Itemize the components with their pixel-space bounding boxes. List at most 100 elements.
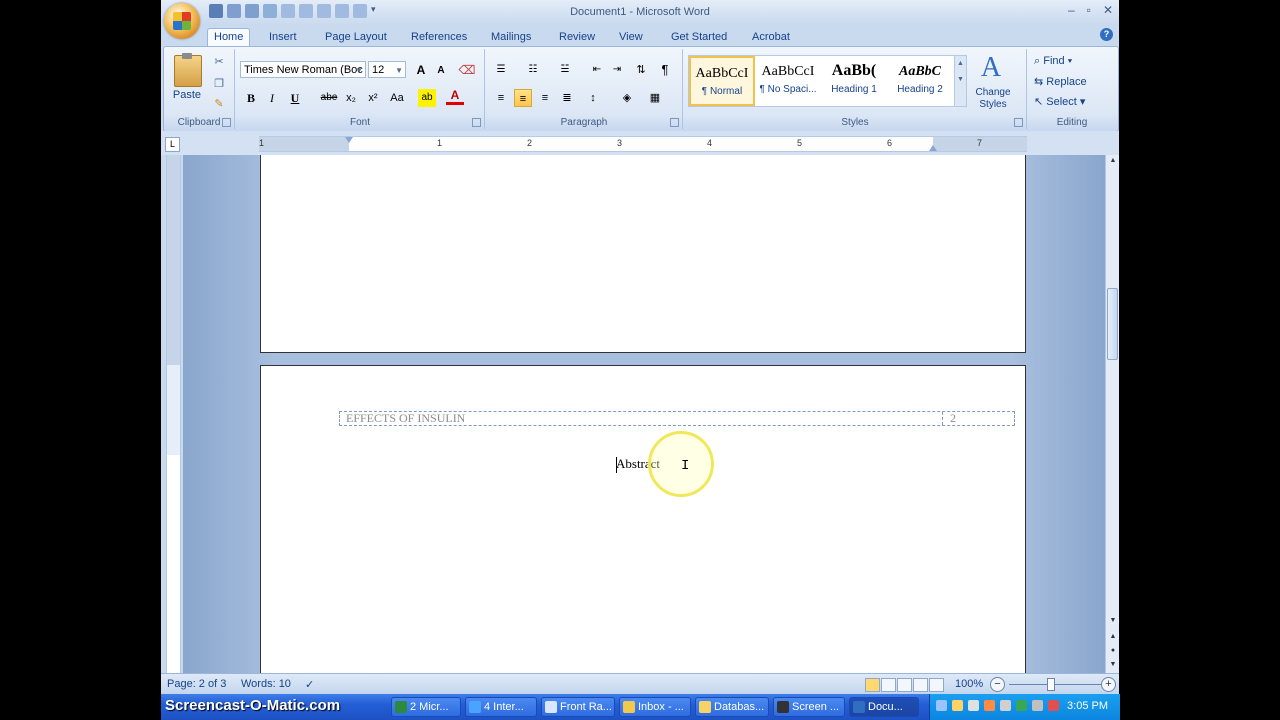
office-button[interactable] bbox=[164, 3, 200, 39]
paragraph-launcher-icon[interactable] bbox=[670, 118, 679, 127]
tray-antivirus-icon[interactable] bbox=[1048, 700, 1059, 711]
zoom-slider[interactable] bbox=[1009, 684, 1101, 685]
right-indent-marker-icon[interactable] bbox=[929, 145, 937, 151]
paste-button[interactable]: Paste bbox=[169, 89, 205, 101]
style-normal[interactable]: AaBbCcI ¶ Normal bbox=[689, 56, 755, 106]
sort-icon[interactable]: ⇅ bbox=[632, 61, 650, 79]
page-2[interactable]: EFFECTS OF INSULIN 2 Abstract I bbox=[260, 365, 1026, 673]
taskbar-button-ie[interactable]: 4 Inter... bbox=[465, 697, 537, 717]
scroll-up-icon[interactable]: ▲ bbox=[1106, 155, 1119, 167]
tab-get-started[interactable]: Get Started bbox=[665, 29, 733, 46]
outline-icon[interactable] bbox=[913, 678, 928, 692]
styles-launcher-icon[interactable] bbox=[1014, 118, 1023, 127]
tray-sync-icon[interactable] bbox=[1032, 700, 1043, 711]
tab-review[interactable]: Review bbox=[553, 29, 601, 46]
align-right-icon[interactable]: ≡ bbox=[536, 89, 554, 107]
bullets-icon[interactable]: ☰ bbox=[492, 61, 510, 79]
clear-formatting-icon[interactable]: ⌫ bbox=[458, 61, 476, 79]
show-marks-button[interactable]: ¶ bbox=[656, 61, 674, 79]
tray-clock-icon[interactable] bbox=[968, 700, 979, 711]
taskbar-button-excel[interactable]: 2 Micr... bbox=[391, 697, 461, 717]
tray-volume-icon[interactable] bbox=[1000, 700, 1011, 711]
close-icon[interactable]: ✕ bbox=[1103, 3, 1113, 17]
restore-icon[interactable]: ▫ bbox=[1087, 3, 1091, 17]
page-header[interactable]: EFFECTS OF INSULIN 2 bbox=[339, 411, 1015, 426]
find-button[interactable]: ⌕ Find ▾ bbox=[1034, 55, 1072, 68]
styles-gallery-scroll[interactable]: ▲ ▼ bbox=[954, 55, 967, 107]
clipboard-launcher-icon[interactable] bbox=[222, 118, 231, 127]
print-layout-icon[interactable] bbox=[865, 678, 880, 692]
select-button[interactable]: ↖ Select ▾ bbox=[1034, 95, 1085, 108]
vertical-scrollbar[interactable]: ▲ ▼ ▲ ● ▼ bbox=[1105, 155, 1119, 673]
next-page-icon[interactable]: ▼ bbox=[1106, 659, 1119, 671]
tray-globe-icon[interactable] bbox=[1016, 700, 1027, 711]
zoom-in-icon[interactable]: + bbox=[1101, 677, 1116, 692]
superscript-button[interactable]: x² bbox=[364, 89, 382, 107]
subscript-button[interactable]: x₂ bbox=[342, 89, 360, 107]
page-1[interactable] bbox=[260, 155, 1026, 353]
tray-firefox-icon[interactable] bbox=[984, 700, 995, 711]
grow-font-button[interactable]: A bbox=[412, 61, 430, 79]
minimize-icon[interactable]: – bbox=[1068, 3, 1075, 17]
shrink-font-button[interactable]: A bbox=[432, 62, 450, 80]
bold-button[interactable]: B bbox=[242, 89, 260, 107]
numbering-icon[interactable]: ☷ bbox=[524, 61, 542, 79]
draft-icon[interactable] bbox=[929, 678, 944, 692]
tab-references[interactable]: References bbox=[405, 29, 473, 46]
change-case-button[interactable]: Aa bbox=[386, 89, 408, 107]
borders-icon[interactable]: ▦ bbox=[646, 89, 664, 107]
font-color-icon[interactable]: A bbox=[446, 87, 464, 105]
vertical-ruler[interactable] bbox=[166, 155, 181, 673]
strikethrough-button[interactable]: abe bbox=[318, 89, 340, 107]
tab-insert[interactable]: Insert bbox=[263, 29, 303, 46]
browse-object-icon[interactable]: ● bbox=[1106, 645, 1119, 657]
increase-indent-icon[interactable]: ⇥ bbox=[608, 61, 626, 79]
previous-page-icon[interactable]: ▲ bbox=[1106, 631, 1119, 643]
indent-marker-icon[interactable] bbox=[345, 137, 353, 143]
tray-shield-icon[interactable] bbox=[952, 700, 963, 711]
highlight-icon[interactable]: ab bbox=[418, 89, 436, 107]
format-painter-icon[interactable]: ✎ bbox=[212, 97, 226, 111]
copy-icon[interactable]: ❐ bbox=[212, 77, 226, 91]
web-layout-icon[interactable] bbox=[897, 678, 912, 692]
scroll-down-icon[interactable]: ▼ bbox=[1106, 615, 1119, 627]
replace-button[interactable]: ⇆ Replace bbox=[1034, 75, 1087, 88]
zoom-slider-thumb[interactable] bbox=[1047, 678, 1055, 691]
taskbar-button-word[interactable]: Docu... bbox=[849, 697, 919, 717]
cut-icon[interactable]: ✂ bbox=[212, 55, 226, 69]
tray-network-icon[interactable] bbox=[936, 700, 947, 711]
tab-page-layout[interactable]: Page Layout bbox=[319, 29, 393, 46]
tab-acrobat[interactable]: Acrobat bbox=[746, 29, 796, 46]
font-launcher-icon[interactable] bbox=[472, 118, 481, 127]
zoom-level[interactable]: 100% bbox=[955, 678, 983, 690]
justify-icon[interactable]: ≣ bbox=[558, 89, 576, 107]
underline-button[interactable]: U bbox=[286, 89, 304, 107]
taskbar-button-front-range[interactable]: Front Ra... bbox=[541, 697, 615, 717]
line-spacing-icon[interactable]: ↕ bbox=[584, 89, 602, 107]
decrease-indent-icon[interactable]: ⇤ bbox=[588, 61, 606, 79]
tab-home[interactable]: Home bbox=[207, 28, 251, 46]
tab-view[interactable]: View bbox=[613, 29, 649, 46]
align-left-icon[interactable]: ≡ bbox=[492, 89, 510, 107]
style-heading-1[interactable]: AaBb( Heading 1 bbox=[821, 56, 887, 106]
scroll-thumb[interactable] bbox=[1107, 288, 1118, 360]
change-styles-icon[interactable]: A bbox=[976, 53, 1006, 83]
full-screen-reading-icon[interactable] bbox=[881, 678, 896, 692]
font-size-combo[interactable]: 12 ▼ bbox=[368, 61, 406, 78]
page-count[interactable]: Page: 2 of 3 bbox=[167, 678, 226, 690]
help-icon[interactable]: ? bbox=[1100, 28, 1113, 41]
tab-mailings[interactable]: Mailings bbox=[485, 29, 537, 46]
taskbar-button-inbox[interactable]: Inbox - ... bbox=[619, 697, 691, 717]
shading-icon[interactable]: ◈ bbox=[618, 89, 636, 107]
zoom-out-icon[interactable]: − bbox=[990, 677, 1005, 692]
change-styles-button[interactable]: Change Styles bbox=[969, 87, 1017, 111]
italic-button[interactable]: I bbox=[263, 89, 281, 107]
style-heading-2[interactable]: AaBbC Heading 2 bbox=[887, 56, 953, 106]
align-center-icon[interactable]: ≡ bbox=[514, 89, 532, 107]
paste-icon[interactable] bbox=[174, 53, 202, 87]
taskbar-button-screen[interactable]: Screen ... bbox=[773, 697, 845, 717]
tab-selector[interactable]: L bbox=[165, 137, 180, 152]
proofing-icon[interactable]: ✓ bbox=[305, 678, 314, 691]
multilevel-list-icon[interactable]: ☱ bbox=[556, 61, 574, 79]
word-count[interactable]: Words: 10 bbox=[241, 678, 291, 690]
